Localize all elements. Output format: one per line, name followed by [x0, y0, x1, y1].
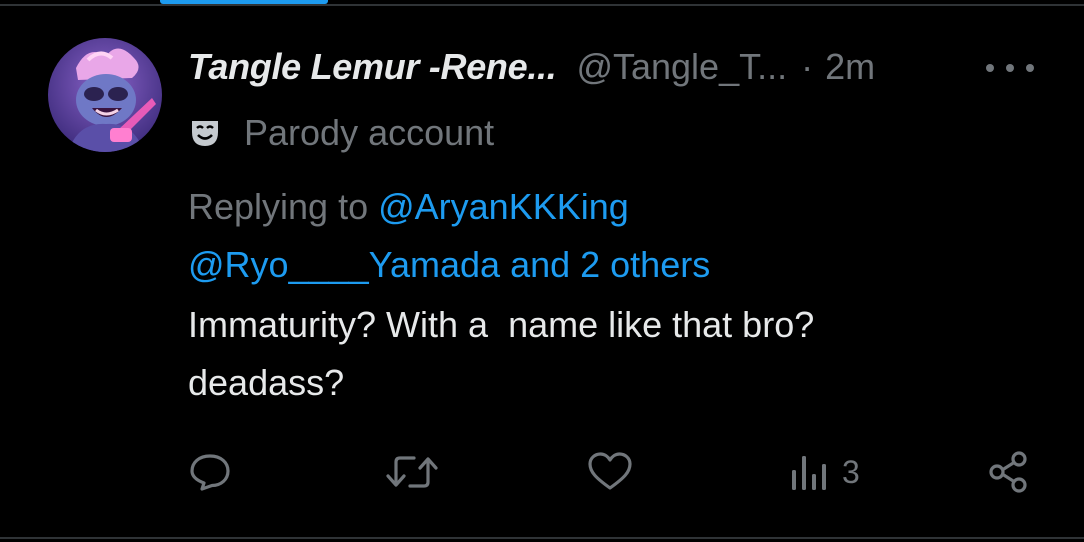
top-divider: [0, 4, 1084, 6]
tweet-text-line: deadass?: [188, 362, 345, 403]
retweet-button[interactable]: [384, 444, 440, 500]
lemur-avatar-image: [48, 38, 162, 152]
reply-mention-link[interactable]: @AryanKKKing: [378, 186, 629, 227]
reply-icon: [190, 454, 230, 491]
bottom-divider: [0, 537, 1084, 539]
more-dot: [986, 64, 994, 72]
parody-label: Parody account: [244, 112, 495, 153]
parody-badge: Parody account: [190, 110, 494, 156]
views-button[interactable]: 3: [790, 444, 860, 500]
like-icon: [588, 452, 632, 490]
reply-mention-others-link[interactable]: @Ryo____Yamada and 2 others: [188, 244, 710, 285]
more-icon[interactable]: [986, 58, 1034, 78]
tweet-header: Tangle Lemur -Rene... @Tangle_T... · 2m: [188, 42, 875, 92]
avatar[interactable]: [48, 38, 162, 152]
display-name[interactable]: Tangle Lemur -Rene...: [188, 46, 557, 88]
theater-mask-icon: [192, 121, 218, 146]
share-icon: [989, 451, 1027, 493]
replying-prefix: Replying to: [188, 186, 379, 227]
timestamp[interactable]: 2m: [825, 46, 875, 88]
views-count: 3: [842, 453, 860, 490]
more-dot: [1026, 64, 1034, 72]
tweet-text: Immaturity? With a name like that bro? d…: [188, 296, 1048, 412]
separator-dot: ·: [801, 46, 814, 87]
action-bar: 3: [0, 444, 1084, 500]
views-icon: [792, 456, 826, 490]
user-handle[interactable]: @Tangle_T...: [576, 46, 787, 88]
reply-button[interactable]: [188, 444, 232, 500]
tweet-text-line: Immaturity? With a name like that bro?: [188, 304, 815, 345]
more-dot: [1006, 64, 1014, 72]
retweet-icon: [386, 456, 438, 488]
like-button[interactable]: [586, 444, 634, 500]
share-button[interactable]: [986, 444, 1030, 500]
replying-to: Replying to @AryanKKKing @Ryo____Yamada …: [188, 178, 1048, 294]
